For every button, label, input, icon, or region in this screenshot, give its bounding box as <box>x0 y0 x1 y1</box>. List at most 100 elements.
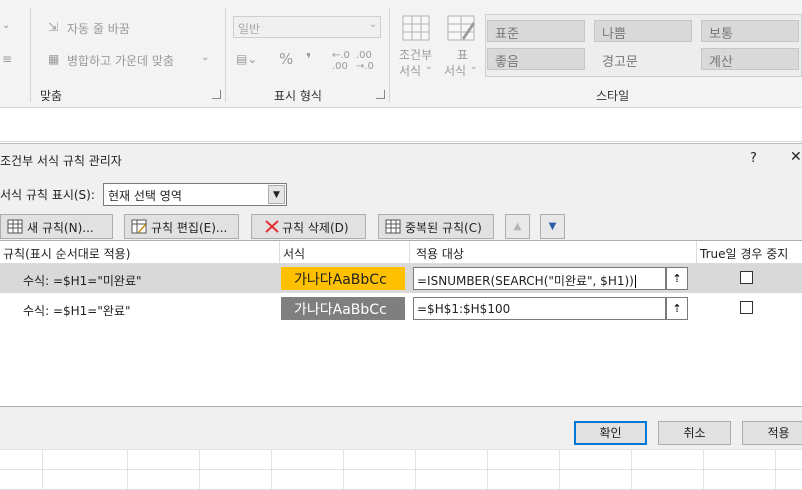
wrap-text-icon: ⇲ <box>48 20 59 34</box>
grid-line <box>0 449 802 450</box>
grid-line <box>42 449 43 490</box>
currency-icon[interactable]: ▤⌄ <box>236 52 257 66</box>
grid-line <box>127 449 128 490</box>
chevron-down-icon[interactable]: ▼ <box>268 185 285 204</box>
grid-line <box>703 449 704 490</box>
applies-to-input[interactable]: =$H$1:$H$100 <box>413 297 666 320</box>
format-preview: 가나다AaBbCc <box>281 267 405 290</box>
rule-condition: 수식: =$H1="미완료" <box>23 274 142 288</box>
merge-center-icon: ▦ <box>48 52 60 66</box>
show-rules-value: 현재 선택 영역 <box>108 189 182 203</box>
formula-bar-area <box>0 108 802 142</box>
grid-line <box>631 449 632 490</box>
duplicate-rule-button[interactable]: 중복된 규칙(C) <box>378 214 494 239</box>
grid-line <box>559 449 560 490</box>
format-table-label-2[interactable]: 서식 <box>444 62 466 79</box>
close-button[interactable]: ✕ <box>790 149 802 165</box>
grid-line <box>199 449 200 490</box>
delete-rule-label: 규칙 삭제(D) <box>282 221 349 235</box>
applies-to-input[interactable]: =ISNUMBER(SEARCH("미완료", $H1)) <box>413 267 666 290</box>
apply-button[interactable]: 적용 <box>742 421 802 445</box>
chevron-down-icon: ⌄ <box>470 62 478 72</box>
delete-rule-button[interactable]: 규칙 삭제(D) <box>251 214 366 239</box>
style-warning[interactable]: 경고문 <box>594 48 692 70</box>
indent-icon[interactable]: ≡ <box>2 52 12 66</box>
help-button[interactable]: ? <box>750 151 757 166</box>
grid-line <box>0 469 802 470</box>
rule-condition: 수식: =$H1="완료" <box>23 304 131 318</box>
applies-to-value: =ISNUMBER(SEARCH("미완료", $H1)) <box>417 274 634 288</box>
chevron-up-icon: ▲ <box>513 221 522 232</box>
style-bad[interactable]: 나쁨 <box>594 20 692 42</box>
grid-line <box>415 449 416 490</box>
number-format-value: 일반 <box>238 22 261 36</box>
new-rule-label: 새 규칙(N)... <box>27 221 94 235</box>
dialog-title: 조건부 서식 규칙 관리자 <box>0 154 122 168</box>
style-normal[interactable]: 표준 <box>487 20 585 42</box>
show-rules-label: 서식 규칙 표시(S): <box>0 188 95 202</box>
conditional-format-rules-dialog: 조건부 서식 규칙 관리자 ? ✕ 서식 규칙 표시(S): 현재 선택 영역 … <box>0 143 802 449</box>
col-header-rule: 규칙(표시 순서대로 적용) <box>0 241 280 264</box>
show-rules-select[interactable]: 현재 선택 영역 ▼ <box>103 183 287 206</box>
grid-line <box>343 449 344 490</box>
conditional-format-label-2[interactable]: 서식 <box>399 62 421 79</box>
col-header-stop-if-true: True일 경우 중지 <box>697 241 802 264</box>
comma-button[interactable]: ❜ <box>306 50 311 68</box>
move-up-button[interactable]: ▲ <box>505 214 530 239</box>
text-cursor <box>634 275 636 288</box>
col-header-format: 서식 <box>280 241 410 264</box>
increase-decimal-icon[interactable]: ←.0.00 <box>332 50 350 72</box>
indent-dropdown-icon[interactable]: ⌄ <box>2 20 10 31</box>
rules-list: 규칙(표시 순서대로 적용) 서식 적용 대상 True일 경우 중지 수식: … <box>0 240 802 407</box>
new-rule-button[interactable]: 새 규칙(N)... <box>0 214 113 239</box>
excel-window: ⌄ ≡ ⇲ 자동 줄 바꿈 ▦ 병합하고 가운데 맞춤 ⌄ 맞춤 일반 ⌄ ▤⌄… <box>0 0 802 490</box>
style-neutral[interactable]: 보통 <box>701 20 799 42</box>
percent-button[interactable]: % <box>279 50 293 68</box>
chevron-down-icon: ⌄ <box>368 19 377 30</box>
styles-group-label: 스타일 <box>596 89 630 103</box>
chevron-down-icon: ⌄ <box>425 62 433 72</box>
separator <box>30 8 31 102</box>
style-good[interactable]: 좋음 <box>487 48 585 70</box>
edit-rule-label: 규칙 편집(E)... <box>151 221 228 235</box>
chevron-down-icon: ▼ <box>548 221 557 232</box>
wrap-text-button[interactable]: 자동 줄 바꿈 <box>67 20 130 37</box>
grid-line <box>271 449 272 490</box>
grid-line <box>487 449 488 490</box>
merge-center-button[interactable]: 병합하고 가운데 맞춤 <box>67 52 174 69</box>
format-table-label[interactable]: 표 <box>457 46 468 63</box>
conditional-format-icon[interactable] <box>401 14 431 42</box>
conditional-format-label[interactable]: 조건부 <box>399 46 432 63</box>
format-preview: 가나다AaBbCc <box>281 297 405 320</box>
number-launcher-icon[interactable] <box>376 90 385 99</box>
edit-rule-button[interactable]: 규칙 편집(E)... <box>124 214 239 239</box>
edit-table-icon <box>131 219 147 234</box>
cancel-button[interactable]: 취소 <box>658 421 731 445</box>
move-down-button[interactable]: ▼ <box>540 214 565 239</box>
rule-row[interactable]: 수식: =$H1="완료" 가나다AaBbCc =$H$1:$H$100 ⇡ <box>0 294 802 323</box>
stop-if-true-checkbox[interactable] <box>740 301 753 314</box>
separator <box>225 8 226 102</box>
stop-if-true-checkbox[interactable] <box>740 271 753 284</box>
decrease-decimal-icon[interactable]: .00 →.0 <box>356 50 374 72</box>
alignment-launcher-icon[interactable] <box>212 90 221 99</box>
ribbon: ⌄ ≡ ⇲ 자동 줄 바꿈 ▦ 병합하고 가운데 맞춤 ⌄ 맞춤 일반 ⌄ ▤⌄… <box>0 0 802 108</box>
collapse-range-icon[interactable]: ⇡ <box>666 267 688 290</box>
applies-to-value: =$H$1:$H$100 <box>417 302 511 316</box>
rule-row[interactable]: 수식: =$H1="미완료" 가나다AaBbCc =ISNUMBER(SEARC… <box>0 264 802 293</box>
number-group-label: 표시 형식 <box>274 89 322 103</box>
separator <box>389 8 390 102</box>
col-header-applies-to: 적용 대상 <box>410 241 697 264</box>
duplicate-table-icon <box>385 219 401 234</box>
delete-x-icon <box>265 220 279 233</box>
merge-dropdown-icon[interactable]: ⌄ <box>201 52 209 63</box>
style-calculation[interactable]: 계산 <box>701 48 799 70</box>
collapse-range-icon[interactable]: ⇡ <box>666 297 688 320</box>
number-format-select[interactable]: 일반 ⌄ <box>233 16 381 38</box>
table-icon <box>7 219 23 234</box>
spreadsheet-grid[interactable] <box>0 449 802 490</box>
ok-button[interactable]: 확인 <box>574 421 647 445</box>
alignment-group-label: 맞춤 <box>40 89 63 103</box>
grid-line <box>775 449 776 490</box>
format-as-table-icon[interactable] <box>446 14 476 42</box>
